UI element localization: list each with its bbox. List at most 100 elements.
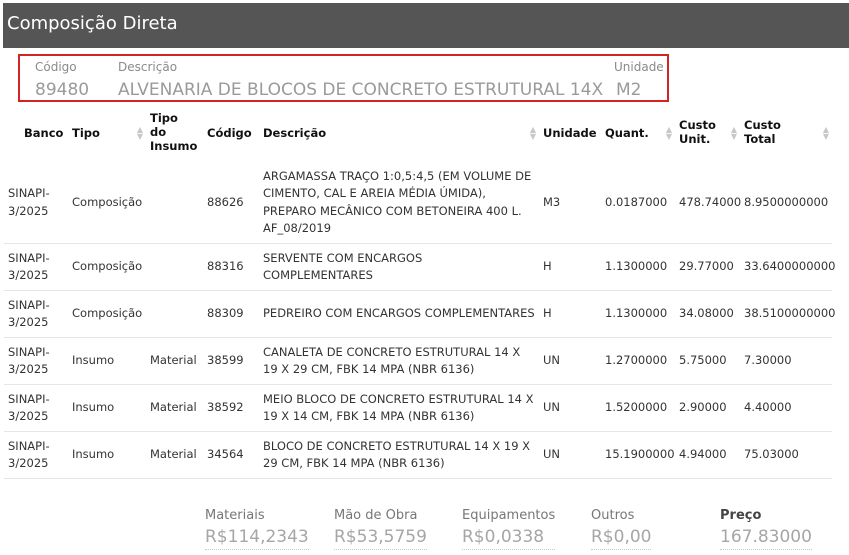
cell-descricao: PEDREIRO COM ENCARGOS COMPLEMENTARES <box>259 290 539 338</box>
cell-custo-total: 7.30000 <box>740 337 832 385</box>
page-title: Composição Direta <box>7 13 178 34</box>
cell-custo-total: 38.5100000000 <box>740 290 835 338</box>
summary-equipamentos: Equipamentos R$0,0338 <box>462 508 556 550</box>
cell-codigo: 38592 <box>203 384 259 432</box>
table-row[interactable]: SINAPI-3/2025 Composição 88626 ARGAMASSA… <box>4 162 832 244</box>
cell-unidade: UN <box>539 384 601 432</box>
summary-mao-de-obra: Mão de Obra R$53,5759 <box>334 508 427 550</box>
cell-custo-unit: 34.08000 <box>675 290 740 338</box>
col-header-custo-total[interactable]: Custo Total ▲ ▼ <box>740 104 832 162</box>
cell-codigo: 88309 <box>203 290 259 338</box>
codigo-value: 89480 <box>35 80 90 100</box>
cell-banco: SINAPI-3/2025 <box>4 290 68 338</box>
outros-label: Outros <box>591 508 635 523</box>
cell-banco: SINAPI-3/2025 <box>4 431 68 479</box>
cell-custo-total: 33.6400000000 <box>740 243 835 291</box>
codigo-label: Código <box>35 60 77 74</box>
composition-table: Banco Tipo ▲ ▼ Tipo do Insumo Código Descr… <box>4 104 835 479</box>
cell-tipo-insumo: Material <box>146 384 203 432</box>
mao-de-obra-value: R$53,5759 <box>334 527 427 550</box>
cell-unidade: UN <box>539 337 601 385</box>
cell-tipo: Insumo <box>68 384 146 432</box>
cell-tipo: Insumo <box>68 337 146 385</box>
table-row[interactable]: SINAPI-3/2025 Insumo Material 38599 CANA… <box>4 337 832 385</box>
preco-label: Preço <box>720 508 762 523</box>
summary-preco: Preço 167.83000 <box>720 508 812 550</box>
cell-tipo: Composição <box>72 194 143 209</box>
materiais-label: Materiais <box>205 508 265 523</box>
cell-quant: 1.2700000 <box>601 337 675 385</box>
cell-custo-unit: 2.90000 <box>675 384 740 432</box>
cell-custo-unit: 4.94000 <box>675 431 740 479</box>
materiais-value: R$114,2343 <box>205 527 309 550</box>
preco-value: 167.83000 <box>720 527 812 550</box>
descricao-label: Descrição <box>118 60 178 74</box>
cell-quant: 1.1300000 <box>601 290 675 338</box>
cell-custo-unit: 478.74000 <box>679 194 742 209</box>
cell-tipo: Composição <box>68 243 146 291</box>
cell-descricao: MEIO BLOCO DE CONCRETO ESTRUTURAL 14 X 1… <box>259 384 539 432</box>
sort-icon[interactable]: ▲ ▼ <box>731 126 737 141</box>
cell-codigo: 38599 <box>203 337 259 385</box>
cell-tipo: Insumo <box>68 431 146 479</box>
col-header-custo-unit[interactable]: Custo Unit. ▲ ▼ <box>675 104 740 162</box>
cell-banco: SINAPI-3/2025 <box>4 243 68 291</box>
table-row[interactable]: SINAPI-3/2025 Insumo Material 38592 MEIO… <box>4 384 832 432</box>
cell-codigo: 88316 <box>203 243 259 291</box>
col-header-codigo[interactable]: Código <box>203 104 259 162</box>
unidade-value: M2 <box>616 80 642 100</box>
table-header-row: Banco Tipo ▲ ▼ Tipo do Insumo Código Descr… <box>4 104 832 162</box>
col-header-tipo-insumo[interactable]: Tipo do Insumo <box>146 104 203 162</box>
cell-custo-total: 4.40000 <box>740 384 832 432</box>
cell-descricao: SERVENTE COM ENCARGOS COMPLEMENTARES <box>259 243 539 291</box>
col-header-unidade[interactable]: Unidade <box>539 104 601 162</box>
descricao-value: ALVENARIA DE BLOCOS DE CONCRETO ESTRUTUR… <box>118 80 604 100</box>
cell-quant: 1.1300000 <box>601 243 675 291</box>
equipamentos-value: R$0,0338 <box>462 527 556 550</box>
table-row[interactable]: SINAPI-3/2025 Composição 88309 PEDREIRO … <box>4 290 835 338</box>
cell-tipo-insumo: Material <box>146 337 203 385</box>
cell-tipo-insumo: Material <box>146 431 203 479</box>
cell-custo-unit: 5.75000 <box>675 337 740 385</box>
cell-quant: 0.0187000 <box>605 194 668 209</box>
summary-materiais: Materiais R$114,2343 <box>205 508 309 550</box>
cell-tipo-insumo <box>146 290 203 338</box>
cell-unidade: UN <box>539 431 601 479</box>
selected-composition-panel: Código Descrição Unidade 89480 ALVENARIA… <box>18 54 669 102</box>
cell-tipo-insumo <box>146 243 203 291</box>
col-header-tipo[interactable]: Tipo ▲ ▼ <box>68 104 146 162</box>
cell-descricao: CANALETA DE CONCRETO ESTRUTURAL 14 X 19 … <box>259 337 539 385</box>
table-row[interactable]: SINAPI-3/2025 Insumo Material 34564 BLOC… <box>4 431 832 479</box>
cell-descricao: ARGAMASSA TRAÇO 1:0,5:4,5 (EM VOLUME DE … <box>263 169 532 235</box>
cell-tipo-insumo <box>146 162 203 244</box>
mao-de-obra-label: Mão de Obra <box>334 508 418 523</box>
cell-codigo: 34564 <box>203 431 259 479</box>
cell-unidade: M3 <box>543 194 561 209</box>
cell-descricao: BLOCO DE CONCRETO ESTRUTURAL 14 X 19 X 2… <box>259 431 539 479</box>
sort-icon[interactable]: ▲ ▼ <box>823 126 829 141</box>
title-bar: Composição Direta <box>3 3 849 48</box>
table-row[interactable]: SINAPI-3/2025 Composição 88316 SERVENTE … <box>4 243 835 291</box>
cell-banco: SINAPI-3/2025 <box>4 337 68 385</box>
cell-unidade: H <box>539 243 601 291</box>
col-header-quant[interactable]: Quant. ▲ ▼ <box>601 104 675 162</box>
cell-custo-total: 75.03000 <box>740 431 832 479</box>
cell-custo-total: 8.9500000000 <box>744 194 829 209</box>
cell-quant: 15.1900000 <box>601 431 675 479</box>
cell-tipo: Composição <box>68 290 146 338</box>
outros-value: R$0,00 <box>591 527 652 550</box>
sort-icon[interactable]: ▲ ▼ <box>137 126 143 141</box>
sort-icon[interactable]: ▲ ▼ <box>666 126 672 141</box>
cell-codigo: 88626 <box>207 194 244 209</box>
cell-banco: SINAPI-3/2025 <box>8 186 50 218</box>
equipamentos-label: Equipamentos <box>462 508 556 523</box>
cell-banco: SINAPI-3/2025 <box>4 384 68 432</box>
summary-outros: Outros R$0,00 <box>591 508 652 550</box>
cell-quant: 1.5200000 <box>601 384 675 432</box>
col-header-descricao[interactable]: Descrição ▲ ▼ <box>259 104 539 162</box>
cell-custo-unit: 29.77000 <box>675 243 740 291</box>
sort-icon[interactable]: ▲ ▼ <box>530 126 536 141</box>
col-header-banco[interactable]: Banco <box>4 104 68 162</box>
cell-unidade: H <box>539 290 601 338</box>
unidade-label: Unidade <box>614 60 664 74</box>
